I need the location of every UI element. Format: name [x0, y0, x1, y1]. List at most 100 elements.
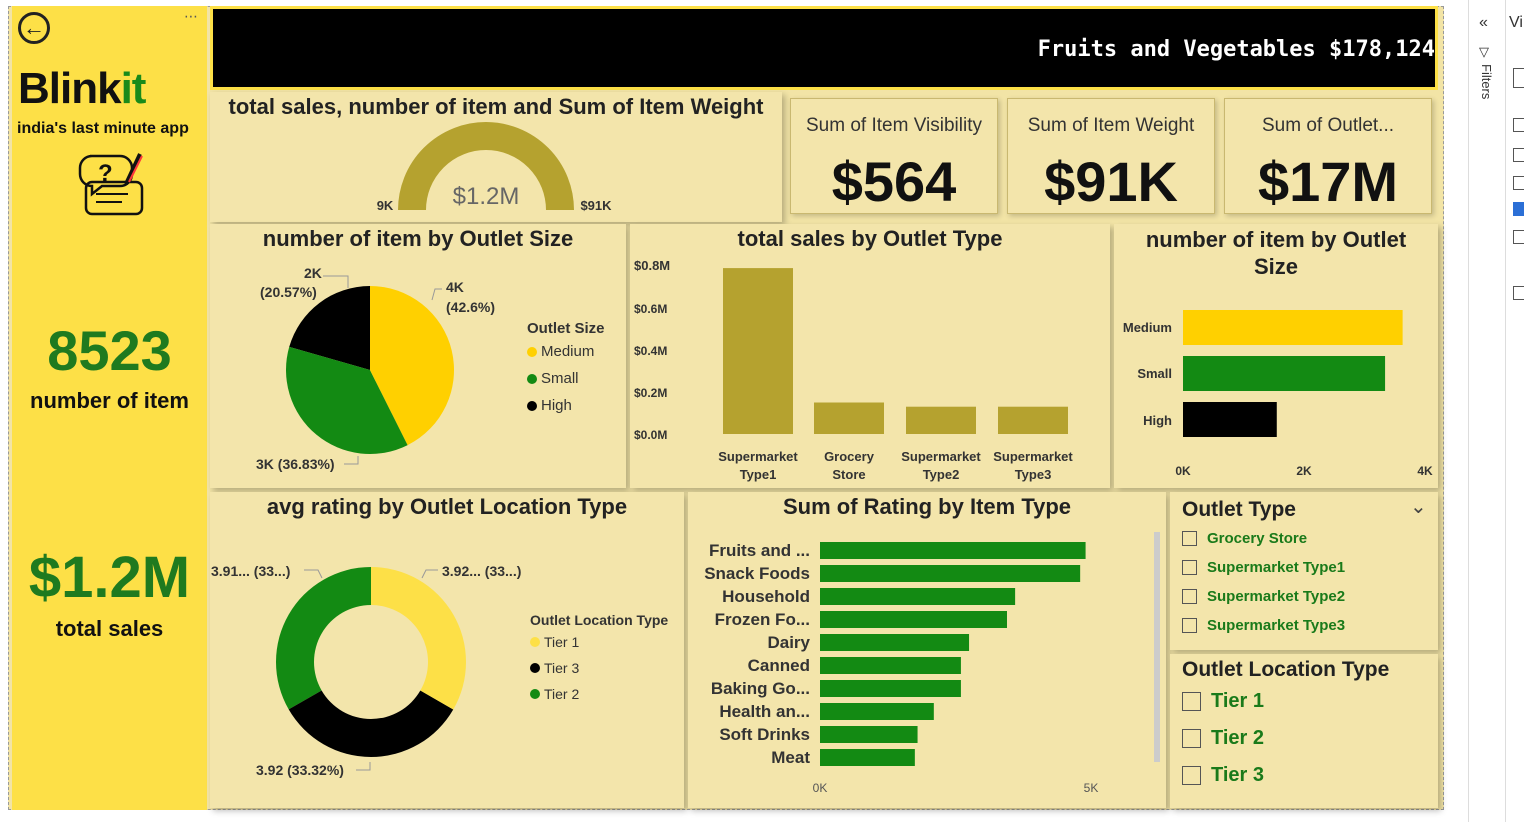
slicer-location-type[interactable]: Outlet Location Type Tier 1 Tier 2 Tier …: [1170, 654, 1438, 808]
visual-icon[interactable]: [1513, 68, 1524, 88]
pane-title: Vi: [1509, 14, 1523, 31]
x-tick: Store: [832, 467, 865, 482]
visual-icon[interactable]: [1513, 286, 1524, 300]
bar-high[interactable]: [1183, 402, 1277, 437]
bar[interactable]: [820, 565, 1081, 582]
filter-icon[interactable]: ▽: [1479, 44, 1489, 60]
visual-icon[interactable]: [1513, 118, 1524, 132]
y-tick: Fruits and ...: [709, 541, 810, 560]
bar[interactable]: [820, 588, 1016, 605]
y-tick: $0.2M: [634, 386, 667, 400]
y-tick: Snack Foods: [704, 564, 810, 583]
brand-logo: Blinkit: [18, 64, 146, 113]
item-count-label: number of item: [30, 388, 189, 413]
bar[interactable]: [820, 703, 934, 720]
y-tick: Medium: [1123, 320, 1172, 335]
y-tick: Canned: [748, 656, 810, 675]
donut-slice[interactable]: [276, 567, 371, 710]
slicer-item[interactable]: Tier 3: [1182, 764, 1264, 787]
pie-size-panel[interactable]: number of item by Outlet Size 2K (20.57%…: [210, 224, 626, 488]
x-tick: Type2: [923, 467, 960, 482]
donut-slice[interactable]: [371, 567, 467, 710]
slicer-outlet-type[interactable]: Outlet Type ⌄ Grocery Store Supermarket …: [1170, 492, 1438, 650]
bar[interactable]: [820, 749, 915, 766]
back-arrow-icon[interactable]: ←: [18, 12, 50, 44]
kpi-card-weight[interactable]: Sum of Item Weight $91K: [1007, 98, 1215, 214]
y-tick: High: [1143, 413, 1172, 428]
donut-slice[interactable]: [288, 690, 454, 757]
kpi-card-visibility[interactable]: Sum of Item Visibility $564: [790, 98, 998, 214]
visual-icon[interactable]: [1513, 202, 1524, 216]
x-tick: 2K: [1296, 464, 1312, 478]
bar[interactable]: [906, 406, 976, 434]
legend-item-medium[interactable]: Medium: [527, 343, 605, 360]
bar[interactable]: [820, 657, 961, 674]
slicer-title: Outlet Type: [1182, 498, 1296, 521]
hbar-size-chart: Medium Small High 0K 2K 4K: [1123, 310, 1433, 478]
gauge-value: $1.2M: [453, 183, 520, 210]
bar[interactable]: [814, 402, 884, 435]
y-tick: Baking Go...: [711, 679, 810, 698]
donut-label-tl: 3.91... (33...): [211, 563, 290, 579]
gauge-panel[interactable]: total sales, number of item and Sum of I…: [210, 92, 782, 222]
legend-item-tier2[interactable]: Tier 2: [530, 686, 668, 702]
bar[interactable]: [820, 542, 1086, 559]
pie-label-high-pct: (20.57%): [260, 284, 317, 300]
pie-label-medium: 4K: [446, 279, 464, 295]
slicer-item[interactable]: Grocery Store: [1182, 530, 1345, 547]
slicer-item[interactable]: Tier 2: [1182, 727, 1264, 750]
pie-size-legend: Outlet Size Medium Small High: [527, 320, 605, 414]
question-chat-icon: ?: [78, 153, 144, 216]
bar[interactable]: [820, 634, 970, 651]
y-tick: Health an...: [719, 702, 810, 721]
legend-item-high[interactable]: High: [527, 397, 605, 414]
bar-type-panel[interactable]: total sales by Outlet Type $0.8M $0.6M $…: [630, 224, 1110, 488]
filters-tab[interactable]: Filters: [1479, 64, 1494, 99]
bar[interactable]: [820, 680, 961, 697]
slicer-item[interactable]: Tier 1: [1182, 690, 1264, 713]
bar-medium[interactable]: [1183, 310, 1403, 345]
pie-label-medium-pct: (42.6%): [446, 299, 495, 315]
donut-panel[interactable]: avg rating by Outlet Location Type 3.91.…: [210, 492, 684, 808]
more-options-icon[interactable]: ⋯: [184, 8, 198, 25]
y-tick: Meat: [771, 748, 810, 767]
bar-small[interactable]: [1183, 356, 1386, 391]
bar-type-chart: $0.8M $0.6M $0.4M $0.2M $0.0M Supermarke…: [634, 258, 1073, 482]
kpi-label: Sum of Outlet...: [1262, 115, 1394, 136]
collapse-icon[interactable]: «: [1479, 14, 1488, 32]
x-tick: 4K: [1417, 464, 1433, 478]
legend-item-small[interactable]: Small: [527, 370, 605, 387]
x-tick: Supermarket: [901, 449, 981, 464]
bar[interactable]: [820, 611, 1007, 628]
kpi-value: $17M: [1257, 150, 1399, 213]
legend-item-tier1[interactable]: Tier 1: [530, 634, 668, 650]
visual-icon[interactable]: [1513, 230, 1524, 244]
visual-icon[interactable]: [1513, 176, 1524, 190]
right-pane: « Vi ▽ Filters: [1468, 0, 1524, 822]
slicer-item[interactable]: Supermarket Type3: [1182, 617, 1345, 634]
rating-bar-panel[interactable]: Sum of Rating by Item Type Meat Soft Drin…: [688, 492, 1166, 808]
slicer-item[interactable]: Supermarket Type2: [1182, 588, 1345, 605]
gauge-max: $91K: [580, 198, 612, 213]
total-sales-label: total sales: [55, 616, 164, 641]
pie-label-small: 3K (36.83%): [256, 456, 335, 472]
bar[interactable]: [820, 726, 918, 743]
kpi-card-outlet[interactable]: Sum of Outlet... $17M: [1224, 98, 1432, 214]
y-tick: Soft Drinks: [719, 725, 810, 744]
bar[interactable]: [998, 406, 1068, 434]
slicer-item[interactable]: Supermarket Type1: [1182, 559, 1345, 576]
legend-item-tier3[interactable]: Tier 3: [530, 660, 668, 676]
y-tick: Dairy: [767, 633, 810, 652]
ticker-text: Fruits and Vegetables $178,124: [1037, 37, 1435, 62]
hbar-size-panel[interactable]: number of item by Outlet Size Medium Sma…: [1114, 224, 1438, 488]
x-tick: Supermarket: [718, 449, 798, 464]
slicer-items: Grocery Store Supermarket Type1 Supermar…: [1182, 530, 1345, 634]
chevron-down-icon[interactable]: ⌄: [1410, 494, 1427, 519]
y-tick: $0.4M: [634, 344, 667, 358]
bar[interactable]: [723, 268, 793, 434]
donut-label-b: 3.92 (33.32%): [256, 762, 344, 778]
y-tick: Small: [1137, 366, 1172, 381]
rating-bar-chart: Meat Soft Drinks Health an... Baking Go... C…: [704, 532, 1160, 795]
visual-icon[interactable]: [1513, 148, 1524, 162]
ticker-banner: Fruits and Vegetables $178,124: [210, 6, 1438, 90]
